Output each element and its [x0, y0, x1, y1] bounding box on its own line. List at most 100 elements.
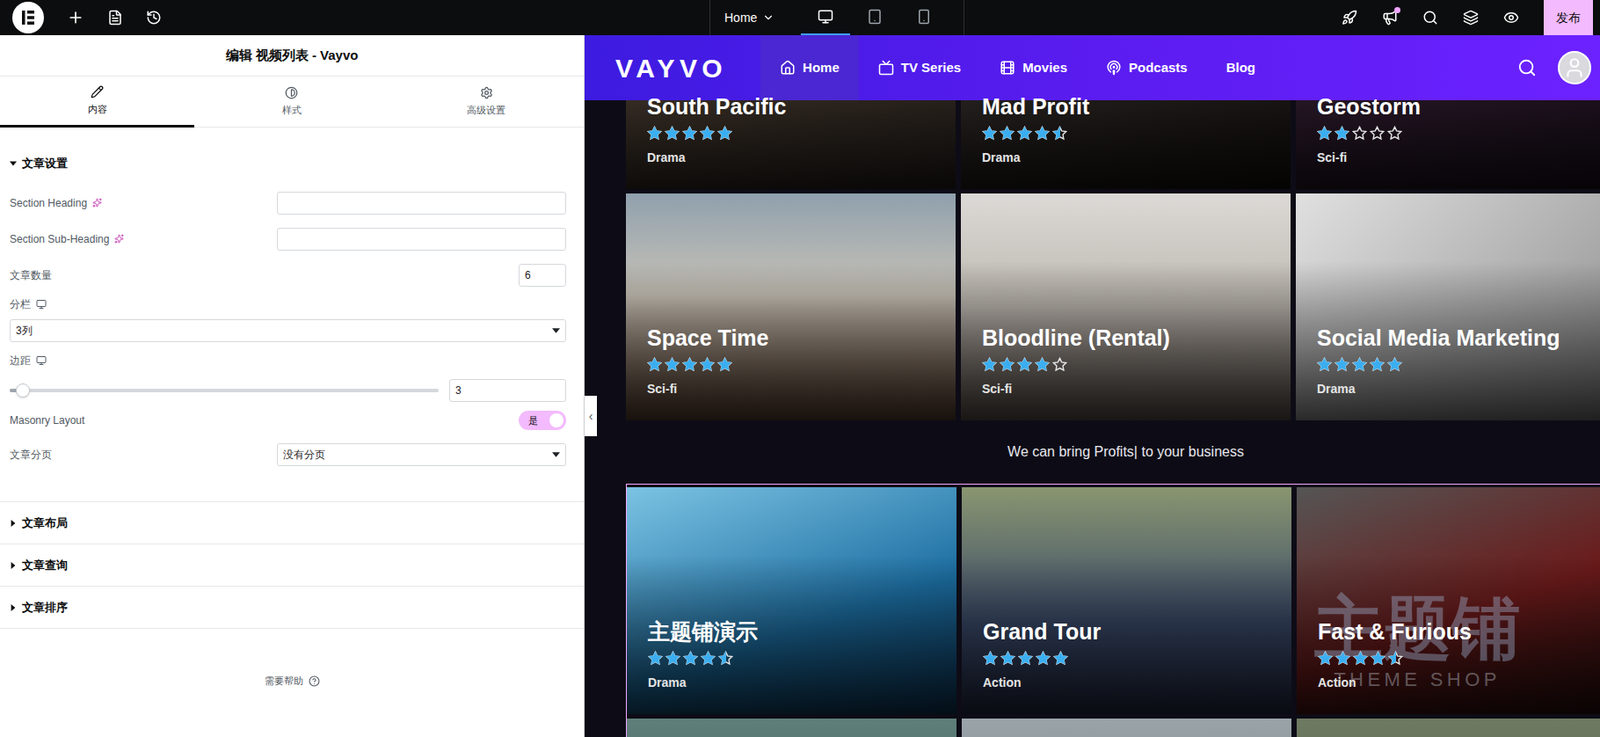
structure-icon[interactable]	[1462, 9, 1479, 26]
star-icon	[1369, 356, 1385, 372]
preview-icon[interactable]	[1503, 9, 1520, 26]
video-card[interactable]: South PacificDrama	[625, 35, 956, 190]
star-icon	[699, 356, 715, 372]
card-genre: Action	[1317, 674, 1600, 691]
caret-icon	[9, 603, 17, 611]
card-title: Geostorm	[1316, 93, 1600, 120]
tab-icon	[480, 86, 494, 100]
tablet-view-button[interactable]	[850, 0, 900, 36]
star-icon	[1334, 356, 1350, 372]
select-input[interactable]: 3列	[9, 319, 567, 342]
star-icon	[1317, 650, 1333, 666]
caret-icon	[9, 561, 17, 569]
collapsed-section[interactable]: 文章查询	[0, 544, 584, 587]
slider-track[interactable]	[9, 388, 439, 393]
search-icon[interactable]	[1517, 58, 1537, 78]
help-icon	[308, 675, 320, 687]
desktop-icon[interactable]	[36, 355, 47, 366]
desktop-icon	[817, 8, 834, 25]
panel-tabs: 内容样式高级设置	[0, 76, 584, 128]
video-card[interactable]: Grand TourAction	[961, 487, 1292, 714]
nav-item[interactable]: Blog	[1207, 35, 1275, 101]
number-input[interactable]: 6	[518, 263, 567, 287]
user-avatar[interactable]	[1557, 50, 1592, 85]
ai-sparkle-icon[interactable]	[114, 233, 124, 244]
star-icon	[647, 356, 662, 372]
video-card[interactable]: Fast & Furious Action	[1296, 487, 1600, 714]
video-card[interactable]: GeostormSci-fi	[1295, 35, 1600, 190]
star-icon	[1369, 125, 1385, 141]
panel-tab[interactable]: 高级设置	[389, 76, 584, 128]
panel-collapse-handle[interactable]: ‹	[584, 395, 597, 437]
star-icon	[647, 125, 662, 141]
desktop-view-button[interactable]	[800, 0, 851, 36]
panel-tab[interactable]: 内容	[0, 76, 195, 128]
page-selector[interactable]: Home	[710, 8, 801, 28]
star-rating	[982, 650, 1271, 666]
card-title: Social Media Marketing	[1316, 324, 1600, 351]
ai-sparkle-icon[interactable]	[92, 197, 102, 208]
field-label: Masonry Layout	[9, 412, 85, 429]
notification-dot	[1394, 7, 1401, 14]
slider-field: 边距3	[9, 345, 567, 406]
rocket-icon[interactable]	[1341, 9, 1358, 26]
star-icon	[1034, 125, 1050, 141]
star-icon	[981, 356, 997, 372]
video-card[interactable]	[626, 718, 957, 737]
star-rating	[981, 125, 1270, 141]
video-card[interactable]: Bloodline (Rental) Sci-fi	[960, 193, 1291, 421]
video-grid[interactable]: South PacificDramaMad ProfitDramaGeostor…	[625, 35, 1600, 421]
slider-input[interactable]: 3	[449, 378, 567, 402]
collapsed-section[interactable]: 文章排序	[0, 586, 584, 629]
video-card[interactable]: Space TimeSci-fi	[625, 193, 956, 421]
star-icon	[1052, 125, 1068, 141]
publish-button[interactable]: 发布	[1543, 0, 1593, 36]
dropdown-arrow-icon	[552, 451, 560, 458]
nav-item[interactable]: Home	[760, 35, 859, 101]
panel-tab[interactable]: 样式	[194, 76, 389, 128]
card-genre: Sci-fi	[981, 380, 1270, 397]
page-preview: South PacificDramaMad ProfitDramaGeostor…	[584, 35, 1600, 737]
star-icon	[982, 650, 998, 666]
star-icon	[1034, 356, 1050, 372]
card-title: Fast & Furious	[1317, 618, 1600, 645]
video-card[interactable]	[1296, 718, 1600, 737]
section-header[interactable]: 文章设置	[9, 153, 567, 174]
select-field: 文章分页没有分页	[9, 435, 567, 474]
elementor-logo-icon[interactable]	[12, 1, 44, 34]
star-icon	[1352, 125, 1368, 141]
chevron-down-icon	[762, 11, 775, 24]
star-icon	[647, 650, 663, 666]
star-rating	[647, 356, 935, 372]
tab-icon	[284, 86, 299, 100]
video-grid[interactable]: 主题铺演示DramaGrand TourActionFast & Furious…	[625, 483, 1600, 737]
collapsed-section[interactable]: 文章布局	[0, 501, 584, 545]
nav-item[interactable]: Movies	[980, 35, 1087, 101]
page-settings-icon[interactable]	[107, 9, 124, 26]
card-title: Bloodline (Rental)	[981, 324, 1270, 351]
slider-knob[interactable]	[15, 383, 30, 398]
video-row: South PacificDramaMad ProfitDramaGeostor…	[625, 35, 1600, 190]
star-icon	[1018, 650, 1033, 666]
star-icon	[999, 125, 1015, 141]
video-card[interactable]: 主题铺演示Drama	[626, 487, 957, 714]
text-input[interactable]	[276, 227, 567, 251]
site-logo[interactable]: VAYVO	[584, 48, 761, 88]
help-link[interactable]: 需要帮助	[0, 669, 584, 691]
star-icon	[665, 650, 681, 666]
select-input[interactable]: 没有分页	[276, 443, 567, 466]
mobile-view-button[interactable]	[899, 0, 949, 36]
star-icon	[683, 650, 699, 666]
switch-toggle[interactable]: 是	[518, 410, 567, 430]
video-card[interactable]	[961, 718, 1292, 737]
star-rating	[647, 650, 936, 666]
history-icon[interactable]	[145, 9, 162, 26]
search-icon[interactable]	[1422, 9, 1439, 26]
video-card[interactable]: Mad ProfitDrama	[960, 35, 1291, 190]
text-input[interactable]	[276, 191, 567, 215]
nav-item[interactable]: TV Series	[858, 35, 981, 101]
nav-item[interactable]: Podcasts	[1086, 35, 1208, 101]
add-element-icon[interactable]	[66, 8, 85, 27]
video-card[interactable]: Social Media MarketingDrama	[1295, 193, 1600, 421]
desktop-icon[interactable]	[36, 298, 47, 310]
